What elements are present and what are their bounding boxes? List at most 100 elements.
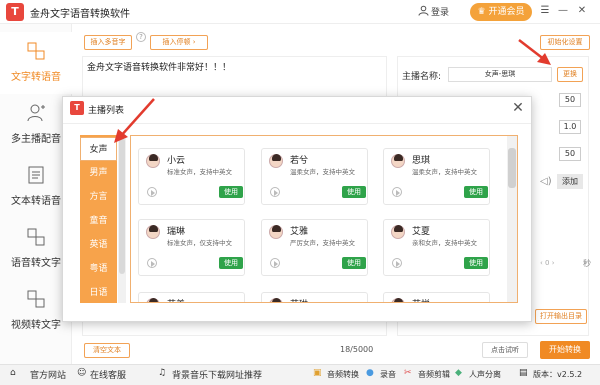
home-icon: ⌂ xyxy=(10,368,16,378)
anchor-card[interactable]: 小云 标准女声，支持中英文 使用 xyxy=(138,148,245,205)
user-icon xyxy=(418,5,429,19)
add-music-button[interactable]: 添加 xyxy=(557,174,583,189)
volume-value[interactable]: 50 xyxy=(559,93,581,107)
anchor-card[interactable]: 思琪 温柔女声，支持中英文 使用 xyxy=(383,148,490,205)
anchor-name: 艾夏 xyxy=(412,227,431,237)
avatar xyxy=(269,298,283,302)
official-site-link[interactable]: 官方网站 xyxy=(30,368,66,381)
audio-edit-icon: ✂ xyxy=(404,368,412,378)
speaker-icon[interactable]: ◁) xyxy=(540,176,552,187)
pitch-value[interactable]: 50 xyxy=(559,147,581,161)
login-link[interactable]: 登录 xyxy=(431,5,449,18)
tab-male[interactable]: 男声 xyxy=(80,161,117,185)
bgm-download-link[interactable]: 背景音乐下载网址推荐 xyxy=(172,368,262,381)
use-button[interactable]: 使用 xyxy=(219,257,243,269)
language-tabs: 女声 男声 方言 童音 英语 粤语 日语 xyxy=(80,135,117,303)
annotation-arrow-icon xyxy=(114,98,155,143)
anchor-name: 艾美 xyxy=(167,297,185,302)
sidebar-item-text-to-speech[interactable]: 文字转语音 xyxy=(0,32,72,94)
anchor-desc: 严厉女声，支持中英文 xyxy=(290,239,355,247)
app-logo: T xyxy=(6,3,24,21)
anchor-name: 思琪 xyxy=(412,156,431,166)
avatar xyxy=(146,298,160,302)
play-icon[interactable] xyxy=(392,187,402,197)
anchor-cards: 小云 标准女声，支持中英文 使用 若兮 温柔女声，支持中英文 使用 思琪 温柔女… xyxy=(130,135,518,303)
tab-cantonese[interactable]: 粤语 xyxy=(80,257,117,281)
anchor-name: 小云 xyxy=(167,156,186,166)
help-icon[interactable]: ? xyxy=(136,32,146,42)
record-link[interactable]: 录音 xyxy=(380,369,396,380)
use-button[interactable]: 使用 xyxy=(464,186,488,198)
chevron-right-icon: › xyxy=(192,38,196,46)
minimize-icon[interactable]: — xyxy=(556,4,570,18)
anchor-card[interactable]: 艾琳 xyxy=(261,292,368,302)
vip-button[interactable]: ♛ 开通会员 xyxy=(470,3,532,21)
speed-value[interactable]: 1.0 xyxy=(559,120,581,134)
vocal-split-link[interactable]: 人声分离 xyxy=(469,369,501,380)
dialog-close-icon[interactable]: ✕ xyxy=(510,100,526,116)
anchor-name: 若兮 xyxy=(290,156,309,166)
sidebar-item-label: 文字转语音 xyxy=(11,72,61,83)
start-convert-button[interactable]: 开始转换 xyxy=(540,341,590,359)
record-icon: ● xyxy=(366,368,374,378)
audio-convert-link[interactable]: 音频转换 xyxy=(327,369,359,380)
use-button[interactable]: 使用 xyxy=(464,257,488,269)
anchor-card[interactable]: 艾美 xyxy=(138,292,245,302)
anchor-card[interactable]: 艾夏 亲和女声，支持中英文 使用 xyxy=(383,219,490,276)
language-scroll-thumb[interactable] xyxy=(119,138,125,274)
text-speech-icon xyxy=(27,42,45,60)
anchor-name: 瑞琳 xyxy=(167,227,186,237)
change-anchor-button[interactable]: 更换 xyxy=(557,67,583,82)
support-icon: ☺ xyxy=(77,368,87,378)
tab-english[interactable]: 英语 xyxy=(80,233,117,257)
cards-scroll-thumb[interactable] xyxy=(508,148,516,188)
convert-icon xyxy=(27,228,45,246)
crown-icon: ♛ xyxy=(477,7,489,17)
anchor-card[interactable]: 艾悦 xyxy=(383,292,490,302)
avatar xyxy=(146,154,160,168)
use-button[interactable]: 使用 xyxy=(219,186,243,198)
play-icon[interactable] xyxy=(270,258,280,268)
anchor-desc: 亲和女声，支持中英文 xyxy=(412,239,477,247)
anchor-card[interactable]: 艾雅 严厉女声，支持中英文 使用 xyxy=(261,219,368,276)
insert-pause-label: 插入停顿 xyxy=(162,38,191,46)
annotation-arrow-icon xyxy=(518,39,551,65)
audio-edit-link[interactable]: 音频剪辑 xyxy=(418,369,450,380)
play-icon[interactable] xyxy=(147,258,157,268)
clear-text-button[interactable]: 清空文本 xyxy=(84,343,130,358)
tab-child[interactable]: 童音 xyxy=(80,209,117,233)
vocal-split-icon: ◆ xyxy=(455,368,462,378)
tab-japanese[interactable]: 日语 xyxy=(80,281,117,303)
menu-icon[interactable]: ☰ xyxy=(538,4,552,18)
char-count: 18/5000 xyxy=(340,345,374,354)
open-output-button[interactable]: 打开输出目录 xyxy=(535,309,587,324)
anchor-name: 艾琳 xyxy=(290,297,308,302)
anchor-desc: 温柔女声，支持中英文 xyxy=(290,168,355,176)
anchor-name: 艾雅 xyxy=(290,227,309,237)
play-icon[interactable] xyxy=(270,187,280,197)
video-icon xyxy=(27,290,45,308)
trial-listen-button[interactable]: 点击试听 xyxy=(482,342,528,358)
use-button[interactable]: 使用 xyxy=(342,186,366,198)
close-window-icon[interactable]: ✕ xyxy=(575,4,589,18)
anchor-card[interactable]: 瑞琳 标准女声，仅支持中文 使用 xyxy=(138,219,245,276)
anchor-desc: 标准女声，支持中英文 xyxy=(167,168,232,176)
insert-polyphone-button[interactable]: 插入多音字 xyxy=(84,35,132,50)
vip-label: 开通会员 xyxy=(488,7,525,17)
avatar xyxy=(391,225,405,239)
editor-text: 金舟文字语音转换软件非常好！！！ xyxy=(87,63,232,73)
insert-pause-button[interactable]: 插入停顿 › xyxy=(150,35,208,50)
use-button[interactable]: 使用 xyxy=(342,257,366,269)
avatar xyxy=(391,298,405,302)
anchor-value: 女声-思琪 xyxy=(448,67,552,82)
avatar xyxy=(269,154,283,168)
online-support-link[interactable]: 在线客服 xyxy=(90,368,126,381)
play-icon[interactable] xyxy=(392,258,402,268)
anchor-desc: 标准女声，仅支持中文 xyxy=(167,239,232,247)
anchor-desc: 温柔女声，支持中英文 xyxy=(412,168,477,176)
play-icon[interactable] xyxy=(147,187,157,197)
tab-dialect[interactable]: 方言 xyxy=(80,185,117,209)
seconds-stepper[interactable]: ‹ 0 › xyxy=(540,259,555,267)
seconds-label: 秒 xyxy=(583,259,591,268)
anchor-card[interactable]: 若兮 温柔女声，支持中英文 使用 xyxy=(261,148,368,205)
